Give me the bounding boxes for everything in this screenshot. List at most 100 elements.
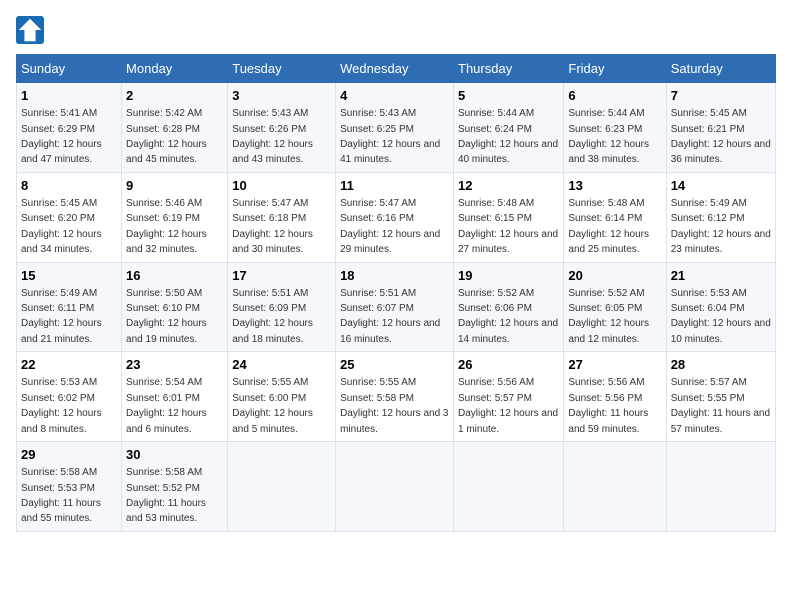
sunrise-text: Sunrise: 5:55 AMSunset: 6:00 PMDaylight:… (232, 377, 313, 434)
calendar-cell: 27 Sunrise: 5:56 AMSunset: 5:56 PMDayligh… (564, 352, 666, 442)
sunrise-text: Sunrise: 5:52 AMSunset: 6:05 PMDaylight:… (568, 288, 649, 345)
header-wednesday: Wednesday (336, 55, 454, 83)
header-friday: Friday (564, 55, 666, 83)
calendar-week-row: 8 Sunrise: 5:45 AMSunset: 6:20 PMDaylight… (17, 172, 776, 262)
logo (16, 16, 46, 44)
calendar-cell: 18 Sunrise: 5:51 AMSunset: 6:07 PMDayligh… (336, 262, 454, 352)
sunrise-text: Sunrise: 5:51 AMSunset: 6:07 PMDaylight:… (340, 288, 440, 345)
calendar-cell: 8 Sunrise: 5:45 AMSunset: 6:20 PMDaylight… (17, 172, 122, 262)
sunrise-text: Sunrise: 5:58 AMSunset: 5:53 PMDaylight:… (21, 467, 101, 524)
sunrise-text: Sunrise: 5:47 AMSunset: 6:16 PMDaylight:… (340, 198, 440, 255)
day-number: 8 (21, 177, 117, 195)
calendar-cell: 6Sunrise: 5:44 AMSunset: 6:23 PMDaylight… (564, 83, 666, 173)
calendar-week-row: 1 Sunrise: 5:41 AMSunset: 6:29 PMDaylight… (17, 83, 776, 173)
header-sunday: Sunday (17, 55, 122, 83)
day-number: 12 (458, 177, 559, 195)
sunrise-text: Sunrise: 5:45 AMSunset: 6:21 PMDaylight:… (671, 108, 771, 165)
calendar-cell: 3 Sunrise: 5:43 AMSunset: 6:26 PMDaylight… (228, 83, 336, 173)
day-number: 23 (126, 356, 223, 374)
sunrise-text: Sunrise: 5:53 AMSunset: 6:02 PMDaylight:… (21, 377, 102, 434)
calendar-cell: 17 Sunrise: 5:51 AMSunset: 6:09 PMDayligh… (228, 262, 336, 352)
calendar-cell: 19 Sunrise: 5:52 AMSunset: 6:06 PMDayligh… (454, 262, 564, 352)
calendar-week-row: 29 Sunrise: 5:58 AMSunset: 5:53 PMDayligh… (17, 442, 776, 532)
day-number: 28 (671, 356, 771, 374)
header-saturday: Saturday (666, 55, 775, 83)
sunrise-text: Sunrise: 5:46 AMSunset: 6:19 PMDaylight:… (126, 198, 207, 255)
calendar-cell: 15 Sunrise: 5:49 AMSunset: 6:11 PMDayligh… (17, 262, 122, 352)
sunrise-text: Sunrise: 5:44 AMSunset: 6:24 PMDaylight:… (458, 108, 558, 165)
sunrise-text: Sunrise: 5:52 AMSunset: 6:06 PMDaylight:… (458, 288, 558, 345)
calendar-cell: 28Sunrise: 5:57 AMSunset: 5:55 PMDayligh… (666, 352, 775, 442)
calendar-cell: 13Sunrise: 5:48 AMSunset: 6:14 PMDayligh… (564, 172, 666, 262)
day-number: 5 (458, 87, 559, 105)
sunrise-text: Sunrise: 5:42 AMSunset: 6:28 PMDaylight:… (126, 108, 207, 165)
sunrise-text: Sunrise: 5:58 AMSunset: 5:52 PMDaylight:… (126, 467, 206, 524)
sunrise-text: Sunrise: 5:49 AMSunset: 6:11 PMDaylight:… (21, 288, 102, 345)
day-number: 11 (340, 177, 449, 195)
sunrise-text: Sunrise: 5:56 AMSunset: 5:57 PMDaylight:… (458, 377, 558, 434)
calendar-cell: 12 Sunrise: 5:48 AMSunset: 6:15 PMDayligh… (454, 172, 564, 262)
calendar-cell (564, 442, 666, 532)
sunrise-text: Sunrise: 5:43 AMSunset: 6:26 PMDaylight:… (232, 108, 313, 165)
sunrise-text: Sunrise: 5:53 AMSunset: 6:04 PMDaylight:… (671, 288, 771, 345)
calendar-cell: 22 Sunrise: 5:53 AMSunset: 6:02 PMDayligh… (17, 352, 122, 442)
calendar-cell: 7 Sunrise: 5:45 AMSunset: 6:21 PMDaylight… (666, 83, 775, 173)
day-number: 18 (340, 267, 449, 285)
calendar-cell: 16Sunrise: 5:50 AMSunset: 6:10 PMDayligh… (122, 262, 228, 352)
day-number: 21 (671, 267, 771, 285)
sunrise-text: Sunrise: 5:43 AMSunset: 6:25 PMDaylight:… (340, 108, 440, 165)
sunrise-text: Sunrise: 5:48 AMSunset: 6:15 PMDaylight:… (458, 198, 558, 255)
day-number: 19 (458, 267, 559, 285)
day-number: 10 (232, 177, 331, 195)
calendar-cell (454, 442, 564, 532)
calendar-cell (336, 442, 454, 532)
calendar-cell: 11 Sunrise: 5:47 AMSunset: 6:16 PMDayligh… (336, 172, 454, 262)
day-number: 15 (21, 267, 117, 285)
day-number: 2 (126, 87, 223, 105)
calendar-cell: 30 Sunrise: 5:58 AMSunset: 5:52 PMDayligh… (122, 442, 228, 532)
calendar-week-row: 15 Sunrise: 5:49 AMSunset: 6:11 PMDayligh… (17, 262, 776, 352)
sunrise-text: Sunrise: 5:49 AMSunset: 6:12 PMDaylight:… (671, 198, 771, 255)
sunrise-text: Sunrise: 5:47 AMSunset: 6:18 PMDaylight:… (232, 198, 313, 255)
sunrise-text: Sunrise: 5:50 AMSunset: 6:10 PMDaylight:… (126, 288, 207, 345)
day-number: 1 (21, 87, 117, 105)
calendar-cell: 9 Sunrise: 5:46 AMSunset: 6:19 PMDaylight… (122, 172, 228, 262)
calendar-cell: 20Sunrise: 5:52 AMSunset: 6:05 PMDayligh… (564, 262, 666, 352)
day-number: 7 (671, 87, 771, 105)
header-thursday: Thursday (454, 55, 564, 83)
calendar-cell (228, 442, 336, 532)
day-number: 13 (568, 177, 661, 195)
day-number: 3 (232, 87, 331, 105)
logo-icon (16, 16, 44, 44)
calendar-cell: 23 Sunrise: 5:54 AMSunset: 6:01 PMDayligh… (122, 352, 228, 442)
day-number: 26 (458, 356, 559, 374)
day-number: 9 (126, 177, 223, 195)
calendar-cell: 5 Sunrise: 5:44 AMSunset: 6:24 PMDaylight… (454, 83, 564, 173)
sunrise-text: Sunrise: 5:41 AMSunset: 6:29 PMDaylight:… (21, 108, 102, 165)
day-number: 4 (340, 87, 449, 105)
day-number: 29 (21, 446, 117, 464)
day-number: 27 (568, 356, 661, 374)
day-number: 17 (232, 267, 331, 285)
sunrise-text: Sunrise: 5:44 AMSunset: 6:23 PMDaylight:… (568, 108, 649, 165)
day-number: 25 (340, 356, 449, 374)
calendar-cell: 26 Sunrise: 5:56 AMSunset: 5:57 PMDayligh… (454, 352, 564, 442)
sunrise-text: Sunrise: 5:54 AMSunset: 6:01 PMDaylight:… (126, 377, 207, 434)
calendar-cell: 25 Sunrise: 5:55 AMSunset: 5:58 PMDayligh… (336, 352, 454, 442)
day-number: 24 (232, 356, 331, 374)
sunrise-text: Sunrise: 5:56 AMSunset: 5:56 PMDaylight:… (568, 377, 648, 434)
calendar-cell: 4 Sunrise: 5:43 AMSunset: 6:25 PMDaylight… (336, 83, 454, 173)
sunrise-text: Sunrise: 5:45 AMSunset: 6:20 PMDaylight:… (21, 198, 102, 255)
calendar-cell (666, 442, 775, 532)
header-monday: Monday (122, 55, 228, 83)
header-tuesday: Tuesday (228, 55, 336, 83)
sunrise-text: Sunrise: 5:51 AMSunset: 6:09 PMDaylight:… (232, 288, 313, 345)
sunrise-text: Sunrise: 5:55 AMSunset: 5:58 PMDaylight:… (340, 377, 448, 434)
day-number: 14 (671, 177, 771, 195)
calendar-cell: 10 Sunrise: 5:47 AMSunset: 6:18 PMDayligh… (228, 172, 336, 262)
calendar-cell: 21 Sunrise: 5:53 AMSunset: 6:04 PMDayligh… (666, 262, 775, 352)
calendar-table: SundayMondayTuesdayWednesdayThursdayFrid… (16, 54, 776, 532)
calendar-cell: 14 Sunrise: 5:49 AMSunset: 6:12 PMDayligh… (666, 172, 775, 262)
day-number: 22 (21, 356, 117, 374)
day-number: 30 (126, 446, 223, 464)
